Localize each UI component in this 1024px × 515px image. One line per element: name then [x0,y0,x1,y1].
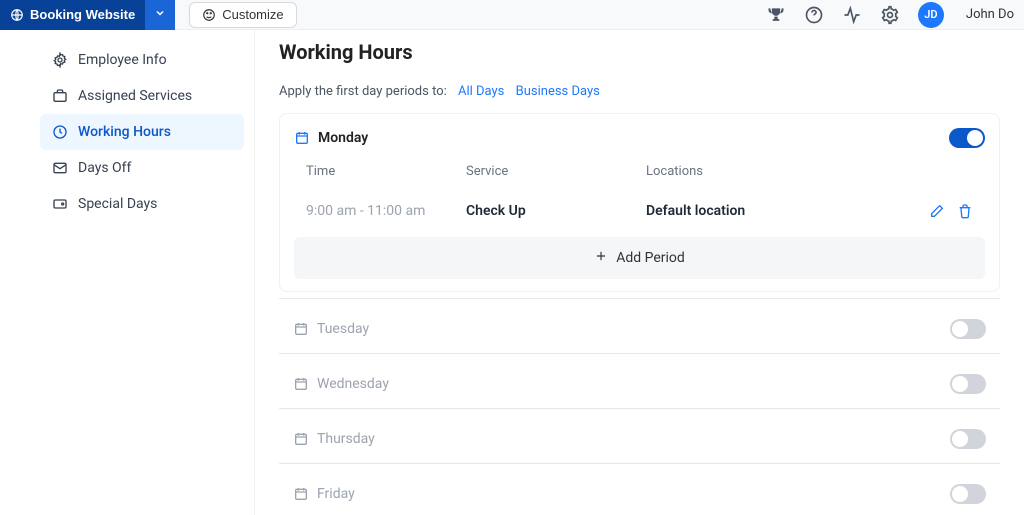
apply-row: Apply the first day periods to: All Days… [279,84,1000,99]
sidebar-item-working-hours[interactable]: Working Hours [40,114,244,150]
envelope-icon [52,160,68,176]
day-toggle-tuesday[interactable] [950,319,986,339]
periods-table-header: Time Service Locations [294,154,985,189]
customize-button[interactable]: Customize [189,2,296,28]
topbar-icons: JD John Do [766,2,1024,28]
sidebar-item-label: Assigned Services [78,88,192,104]
day-toggle-monday[interactable] [949,128,985,148]
sidebar-item-label: Working Hours [78,124,171,140]
trophy-icon[interactable] [766,5,786,25]
calendar-icon [294,130,310,146]
help-icon[interactable] [804,5,824,25]
gear-icon [52,52,68,68]
wallet-icon [52,196,68,212]
edit-icon[interactable] [929,203,945,219]
day-toggle-thursday[interactable] [950,429,986,449]
sidebar-item-label: Employee Info [78,52,167,68]
chevron-down-icon [154,7,166,23]
sidebar: Employee Info Assigned Services Working … [30,30,255,515]
day-name: Monday [318,130,368,146]
booking-dropdown-button[interactable] [145,0,175,30]
clock-icon [52,124,68,140]
sidebar-item-label: Days Off [78,160,131,176]
day-header: Monday [294,122,985,154]
period-row: 9:00 am - 11:00 am Check Up Default loca… [294,189,985,233]
apply-label: Apply the first day periods to: [279,84,447,99]
day-name: Tuesday [317,321,369,337]
calendar-icon [293,486,309,502]
plus-icon [594,249,608,267]
user-name: John Do [966,7,1014,22]
col-service: Service [466,164,646,179]
day-toggle-wednesday[interactable] [950,374,986,394]
apply-business-days-link[interactable]: Business Days [516,84,600,99]
col-time: Time [306,164,466,179]
day-card-wednesday: Wednesday [279,360,1000,408]
sidebar-item-days-off[interactable]: Days Off [40,150,244,186]
user-avatar[interactable]: JD [918,2,944,28]
day-toggle-friday[interactable] [950,484,986,504]
calendar-icon [293,376,309,392]
sidebar-item-special-days[interactable]: Special Days [40,186,244,222]
add-period-button[interactable]: Add Period [294,237,985,279]
sidebar-item-employee-info[interactable]: Employee Info [40,42,244,78]
booking-website-label: Booking Website [30,7,135,22]
activity-icon[interactable] [842,5,862,25]
booking-website-button[interactable]: Booking Website [0,0,145,30]
day-name: Thursday [317,431,375,447]
delete-icon[interactable] [957,203,973,219]
period-time: 9:00 am - 11:00 am [306,203,466,219]
apply-all-days-link[interactable]: All Days [458,84,504,99]
briefcase-icon [52,88,68,104]
day-card-thursday: Thursday [279,415,1000,463]
settings-icon[interactable] [880,5,900,25]
customize-label: Customize [222,7,283,22]
day-card-friday: Friday [279,470,1000,515]
palette-icon [202,8,216,22]
page-title: Working Hours [279,40,1000,64]
period-service: Check Up [466,203,646,219]
calendar-icon [293,431,309,447]
day-card-monday: Monday Time Service Locations 9:00 am - … [279,113,1000,292]
day-name: Wednesday [317,376,389,392]
add-period-label: Add Period [616,250,685,266]
sidebar-item-assigned-services[interactable]: Assigned Services [40,78,244,114]
period-location: Default location [646,203,913,219]
main-content: Working Hours Apply the first day period… [255,30,1024,515]
sidebar-item-label: Special Days [78,196,157,212]
col-locations: Locations [646,164,913,179]
globe-icon [10,8,24,22]
day-card-tuesday: Tuesday [279,305,1000,353]
calendar-icon [293,321,309,337]
topbar: Booking Website Customize JD John Do [0,0,1024,30]
user-initials: JD [924,8,937,21]
day-name: Friday [317,486,355,502]
